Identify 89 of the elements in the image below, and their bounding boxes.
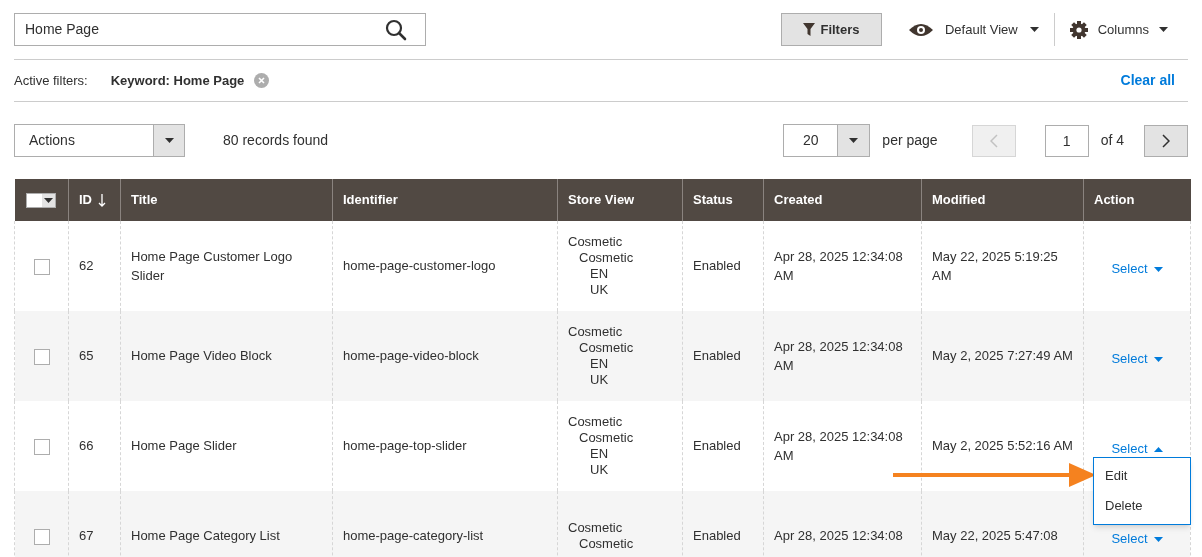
caret-icon: [1153, 536, 1163, 542]
select-action-link[interactable]: Select: [1111, 439, 1163, 459]
store-view-text: UK: [590, 282, 610, 298]
actions-select[interactable]: Actions: [14, 124, 185, 157]
store-view-text: Cosmetic: [568, 520, 624, 536]
column-header[interactable]: Status: [682, 179, 764, 221]
identifier-text: home-page-category-list: [343, 528, 484, 544]
search-input[interactable]: Home Page: [25, 19, 385, 40]
store-view-text: EN: [590, 446, 610, 462]
active-filters-label: Active filters:: [14, 71, 88, 90]
search-icon[interactable]: [385, 18, 407, 41]
store-view-text: EN: [590, 266, 610, 282]
title-text: Home Page Video Block: [131, 348, 272, 364]
created-date: Apr 28, 2025 12:34:08 AM: [774, 428, 903, 463]
column-header[interactable]: ID: [68, 179, 121, 221]
caret-icon: [1029, 27, 1039, 32]
caret-icon: [44, 197, 54, 203]
search-field[interactable]: Home Page: [14, 13, 426, 46]
store-view-text: Cosmetic: [579, 430, 635, 446]
column-header[interactable]: Action: [1083, 179, 1191, 221]
title-text: Home Page Customer Logo Slider: [131, 248, 293, 283]
page-count: of 4: [1100, 131, 1124, 150]
page-number-field[interactable]: 1: [1044, 124, 1089, 157]
row-checkbox[interactable]: [33, 258, 50, 275]
store-view-text: EN: [590, 356, 610, 372]
identifier-text: home-page-customer-logo: [343, 258, 496, 274]
sort-arrow-icon: [98, 193, 106, 207]
status-text: Enabled: [693, 438, 741, 454]
title-text: Home Page Slider: [131, 438, 237, 454]
store-view-text: Cosmetic: [568, 414, 624, 430]
filter-keyword-text: Keyword: Home Page: [110, 71, 245, 90]
created-date: Apr 28, 2025 12:34:08: [774, 528, 903, 544]
select-action-link[interactable]: Select: [1111, 529, 1163, 549]
clear-all-link[interactable]: Clear all: [1120, 70, 1175, 91]
modified-date: May 22, 2025 5:47:08: [932, 528, 1058, 544]
select-all-checkbox[interactable]: [26, 192, 57, 208]
menu-item[interactable]: Delete: [1094, 491, 1190, 521]
column-header[interactable]: Identifier: [332, 179, 558, 221]
status-text: Enabled: [693, 258, 741, 274]
store-view-text: Cosmetic: [568, 234, 624, 250]
store-view-text: Cosmetic: [579, 536, 635, 552]
caret-icon: [1153, 356, 1163, 362]
view-dropdown[interactable]: Default View: [908, 13, 1039, 46]
filters-button[interactable]: Filters: [780, 13, 882, 46]
status-text: Enabled: [693, 348, 741, 364]
store-view-text: Cosmetic: [568, 324, 624, 340]
chevron-left-icon: [989, 133, 998, 148]
caret-icon: [164, 138, 174, 143]
caret-icon: [1153, 446, 1163, 452]
store-view-text: Cosmetic: [579, 340, 635, 356]
records-count: 80 records found: [223, 131, 329, 150]
eye-icon: [908, 22, 933, 37]
column-header[interactable]: Modified: [921, 179, 1084, 221]
row-checkbox[interactable]: [33, 438, 50, 455]
store-view-text: UK: [590, 462, 610, 478]
per-page-select[interactable]: 20: [783, 124, 871, 157]
chevron-right-icon: [1162, 133, 1170, 148]
gear-icon: [1069, 20, 1088, 39]
caret-icon: [1153, 266, 1163, 272]
select-action-link[interactable]: Select: [1111, 259, 1163, 279]
id-text: 67: [79, 528, 94, 544]
id-text: 65: [79, 348, 94, 364]
store-view-text: UK: [590, 372, 610, 388]
id-text: 66: [79, 438, 94, 454]
title-text: Home Page Category List: [131, 528, 280, 544]
created-date: Apr 28, 2025 12:34:08 AM: [774, 248, 903, 283]
identifier-text: home-page-top-slider: [343, 438, 467, 454]
row-checkbox[interactable]: [33, 528, 50, 545]
id-text: 62: [79, 258, 94, 274]
filter-icon: [803, 23, 816, 36]
identifier-text: home-page-video-block: [343, 348, 479, 364]
column-header[interactable]: Store View: [557, 179, 683, 221]
caret-icon: [1159, 27, 1168, 32]
row-checkbox[interactable]: [33, 348, 50, 365]
created-date: Apr 28, 2025 12:34:08 AM: [774, 338, 903, 373]
modified-date: May 2, 2025 5:52:16 AM: [932, 438, 1073, 454]
modified-date: May 2, 2025 7:27:49 AM: [932, 348, 1073, 364]
store-view-text: Cosmetic: [579, 250, 635, 266]
column-header[interactable]: Title: [120, 179, 333, 221]
menu-item[interactable]: Edit: [1094, 461, 1190, 491]
per-page-label: per page: [882, 131, 938, 150]
caret-icon: [849, 138, 859, 143]
column-header[interactable]: Created: [763, 179, 922, 221]
status-text: Enabled: [693, 528, 741, 544]
select-action-link[interactable]: Select: [1111, 349, 1163, 369]
remove-filter-icon[interactable]: [254, 73, 270, 88]
next-page-button[interactable]: [1144, 124, 1188, 157]
columns-dropdown[interactable]: Columns: [1069, 13, 1168, 46]
modified-date: May 22, 2025 5:19:25 AM: [932, 248, 1058, 283]
